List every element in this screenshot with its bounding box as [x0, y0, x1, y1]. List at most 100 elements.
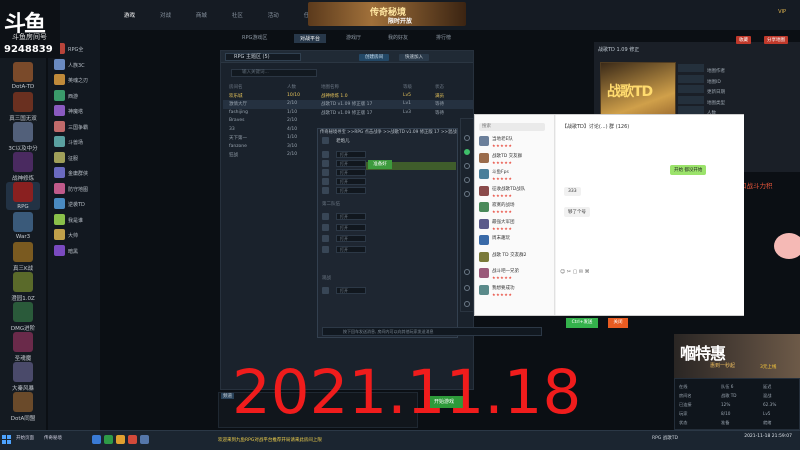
top-tab[interactable]: 对战	[160, 11, 171, 19]
windows-start-icon[interactable]	[2, 435, 12, 445]
player-slot[interactable]: 打开	[322, 246, 455, 254]
game-category-item[interactable]: DotA同盟	[6, 392, 40, 422]
room-search-input[interactable]: 输入关键词...	[231, 69, 317, 77]
slot-dropdown[interactable]: 打开	[336, 224, 366, 231]
tool-icon[interactable]	[464, 135, 470, 141]
room-tab[interactable]: 游戏厅	[346, 34, 361, 41]
top-tab[interactable]: 商城	[196, 11, 207, 19]
secondary-game-item[interactable]: 神魔塔	[54, 105, 83, 116]
table-row[interactable]: 欢乐城 10/10 战神修炼 1.0 Lv5 满员	[223, 92, 473, 101]
player-slot[interactable]: 打开	[322, 178, 455, 186]
room-tab[interactable]: 排行榜	[436, 34, 451, 41]
taskbar-app[interactable]: 开始页面	[16, 435, 34, 441]
host-slot[interactable]: 老炮儿	[322, 137, 455, 145]
slot-dropdown[interactable]: 打开	[336, 151, 366, 158]
chat-contact-item[interactable]: 战歌 TD 交友群2	[479, 251, 553, 265]
chat-contact-item[interactable]: 斗鱼Fps ★★★★★	[479, 168, 553, 182]
slot-dropdown[interactable]: 打开	[336, 160, 366, 167]
slot-dropdown[interactable]: 打开	[336, 213, 366, 220]
table-row[interactable]: 激情大厅 2/10 战歌TD v1.09 修正版 17 Lv1 等待	[223, 100, 473, 109]
chat-contact-item[interactable]: 征收战歌TD战队 ★★★★★	[479, 185, 553, 199]
slot-dropdown[interactable]: 打开	[336, 178, 366, 185]
wechat-icon[interactable]	[104, 435, 113, 444]
secondary-game-item[interactable]: 我是谁	[54, 213, 83, 225]
ad-banner[interactable]: 传奇秘境 限时开放	[308, 2, 466, 26]
player-slot[interactable]: 打开	[322, 187, 455, 195]
secondary-game-item[interactable]: 防守地图	[54, 182, 88, 194]
secondary-game-item[interactable]: RPG全	[54, 43, 83, 54]
game-category-item[interactable]: 圣魂魔	[6, 332, 40, 362]
send-button[interactable]: Ctrl+发送	[566, 318, 598, 328]
player-slot[interactable]: 打开	[322, 169, 455, 177]
secondary-game-item[interactable]: 暗黑	[54, 244, 78, 256]
game-category-item[interactable]: 真三国无双	[6, 92, 40, 122]
chat-contact-item[interactable]: 战斗吧一兄弟 ★★★★★	[479, 267, 553, 281]
slot-dropdown[interactable]: 打开	[336, 235, 366, 242]
game-category-item[interactable]: War3	[6, 212, 40, 240]
game-category-item[interactable]: 战神修炼	[6, 152, 40, 182]
secondary-game-item[interactable]: 三国争霸	[54, 120, 88, 132]
slot-dropdown[interactable]: 打开	[336, 187, 366, 194]
player-slot[interactable]: 打开	[322, 287, 455, 295]
chat-contact-item[interactable]: 当地老E队 ★★★★★	[479, 135, 553, 149]
slot-dropdown[interactable]: 打开	[336, 287, 366, 294]
tool-icon[interactable]	[464, 177, 470, 183]
close-chat-button[interactable]: 关闭	[608, 318, 628, 328]
table-row[interactable]: fashijing 1/10 战歌TD v1.09 修正版 17 Lv3 等待	[223, 109, 473, 118]
secondary-game-item[interactable]: 大帅	[54, 229, 78, 240]
room-tab-active[interactable]: 对战平台	[294, 34, 327, 43]
game-category-item[interactable]: 3C以及中分	[6, 122, 40, 152]
browser-icon[interactable]	[92, 435, 101, 444]
favorite-button[interactable]: 收藏	[736, 36, 751, 44]
chat-contact-item[interactable]: 周末趣玩	[479, 234, 553, 248]
player-slot[interactable]: 打开	[322, 235, 455, 243]
top-tab[interactable]: 社区	[232, 11, 243, 19]
slot-dropdown[interactable]: 打开	[336, 169, 366, 176]
chat-contact-item[interactable]: 我想要成功 ★★★★★	[479, 284, 553, 298]
room-chat-input[interactable]: 按下回车发送消息, 房间内可以向其他玩家发送消息	[322, 327, 542, 336]
secondary-game-item[interactable]: 英魂之刃	[54, 74, 88, 85]
chat-contact-item[interactable]: 寂寞的战场 ★★★★★	[479, 201, 553, 215]
secondary-game-item[interactable]: 西游	[54, 89, 78, 101]
folder-icon[interactable]	[116, 435, 125, 444]
game-category-item[interactable]: 澄园1.0Z	[6, 272, 40, 302]
qq-icon[interactable]	[140, 435, 149, 444]
secondary-game-item[interactable]: 逆袭TD	[54, 198, 85, 209]
taskbar-app[interactable]: 传奇秘境	[44, 435, 62, 441]
secondary-game-item[interactable]: 斗兽场	[54, 136, 83, 147]
tool-icon[interactable]	[464, 163, 470, 169]
slot-dropdown[interactable]: 打开	[336, 246, 366, 253]
game-category-item[interactable]: DotA-TD	[6, 62, 40, 90]
room-tab[interactable]: 我的好友	[388, 34, 408, 41]
tool-icon[interactable]	[464, 191, 470, 197]
game-client-icon[interactable]	[128, 435, 137, 444]
game-category-item[interactable]: DMG进阶	[6, 302, 40, 332]
player-slot[interactable]: 打开	[322, 151, 455, 159]
chat-search-input[interactable]: 搜索	[479, 123, 545, 131]
region-select[interactable]: RPG 主题区 (5)	[225, 53, 301, 61]
chat-contact-item[interactable]: 战歌TD 交友群 ★★★★★	[479, 152, 553, 166]
game-category-item[interactable]: 大秦风暴	[6, 362, 40, 392]
game-category-item[interactable]: RPG	[6, 182, 40, 210]
tool-icon[interactable]	[464, 285, 470, 291]
contact-avatar	[479, 218, 489, 229]
table-row[interactable]: Braves 2/10	[223, 117, 473, 126]
room-tab[interactable]: RPG游戏区	[242, 34, 267, 41]
ready-button[interactable]: 准备好	[368, 160, 392, 169]
tool-icon[interactable]	[464, 301, 470, 307]
tool-icon[interactable]	[464, 269, 470, 275]
vip-badge[interactable]: VIP	[778, 9, 786, 15]
chat-contact-item[interactable]: 最强大军团 ★★★★★	[479, 218, 553, 232]
quick-join-button[interactable]: 快速加入	[399, 54, 429, 61]
player-slot[interactable]: 打开	[322, 213, 455, 221]
player-slot[interactable]: 打开	[322, 224, 455, 232]
online-icon[interactable]	[464, 149, 470, 155]
secondary-game-item[interactable]: 人族3C	[54, 58, 85, 70]
top-tab[interactable]: 游戏	[124, 11, 135, 19]
secondary-game-item[interactable]: 征服	[54, 151, 78, 163]
share-map-button[interactable]: 分享地图	[764, 36, 788, 44]
game-category-item[interactable]: 真三K战	[6, 242, 40, 272]
secondary-game-item[interactable]: 金庸群侠	[54, 167, 88, 178]
create-room-button[interactable]: 创建房间	[359, 54, 389, 61]
top-tab[interactable]: 活动	[268, 11, 279, 19]
